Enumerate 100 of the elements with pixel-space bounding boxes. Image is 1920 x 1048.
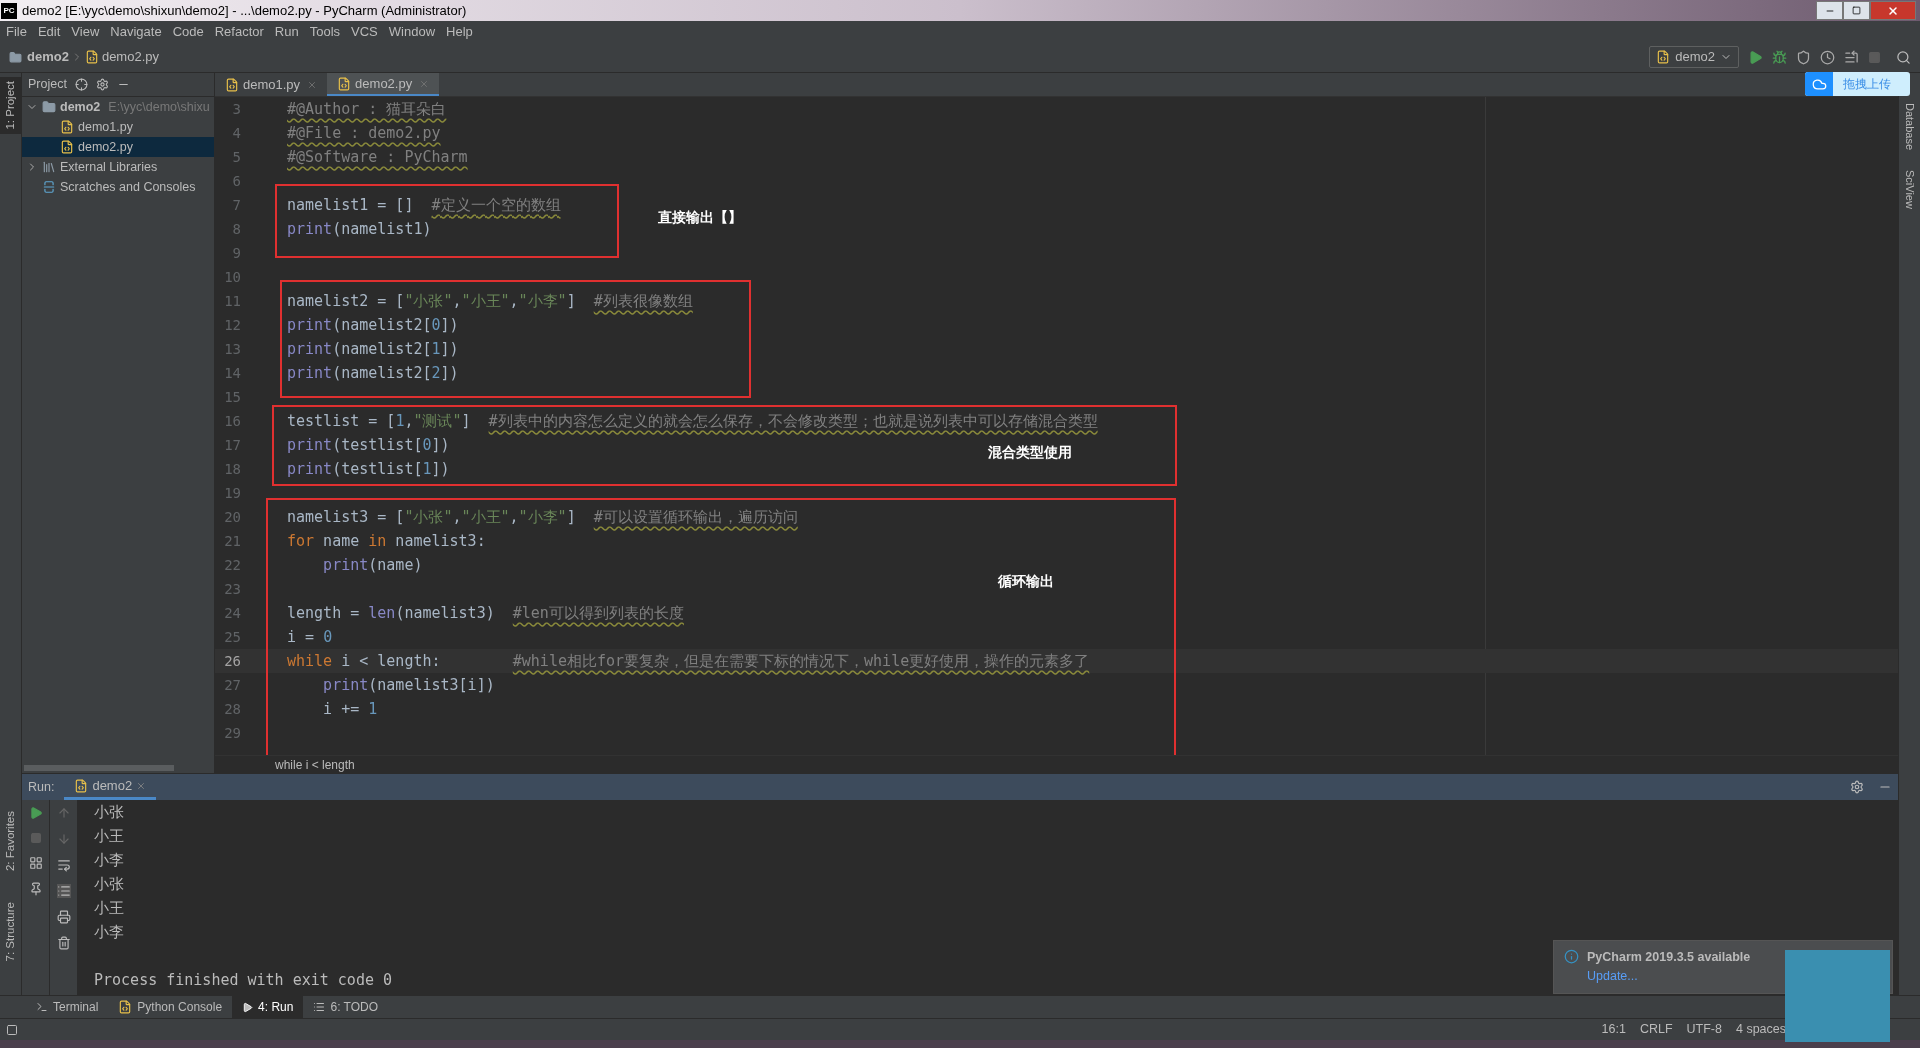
menu-item[interactable]: Code: [172, 21, 204, 42]
menu-item[interactable]: Navigate: [110, 21, 162, 42]
python-file-icon: [60, 140, 74, 154]
tool-window-tab[interactable]: SciView: [1901, 170, 1918, 210]
close-icon[interactable]: [307, 79, 318, 90]
settings-icon[interactable]: [95, 78, 109, 91]
line-number: 27: [223, 675, 241, 695]
status-item[interactable]: 4 spaces: [1735, 1020, 1786, 1039]
code-line: testlist = [1,"测试"] #列表中的内容怎么定义的就会怎么保存，不会修改类型；也就是说列表中可以存储混合类型: [287, 410, 1098, 432]
close-icon[interactable]: [136, 780, 147, 791]
tool-window-tab[interactable]: 4: Run: [232, 996, 304, 1018]
line-number: 7: [231, 195, 241, 215]
annotation-label: 直接输出【】: [658, 208, 742, 227]
project-view-dropdown[interactable]: Project: [28, 75, 67, 94]
line-number: 26: [223, 651, 241, 671]
annotation-label: 循环输出: [998, 572, 1054, 591]
tree-item[interactable]: demo2.py: [22, 137, 214, 157]
menu-item[interactable]: Tools: [309, 21, 341, 42]
wrap-icon[interactable]: [56, 858, 71, 872]
tool-window-tab[interactable]: Database: [1901, 103, 1918, 151]
settings-icon[interactable]: [1850, 780, 1864, 794]
code-line: #@Author : 猫耳朵白: [287, 98, 447, 120]
tool-window-tab[interactable]: 6: TODO: [303, 996, 389, 1018]
tool-window-tab[interactable]: 2: Favorites: [1, 811, 20, 872]
rerun-icon[interactable]: [28, 806, 43, 820]
code-line: namelist1 = [] #定义一个空的数组: [287, 194, 561, 216]
status-item[interactable]: 16:1: [1601, 1020, 1626, 1039]
locate-icon[interactable]: [74, 78, 88, 91]
status-item[interactable]: CRLF: [1639, 1020, 1673, 1039]
menu-item[interactable]: Window: [388, 21, 436, 42]
tree-item[interactable]: demo1.py: [22, 117, 214, 137]
breadcrumb-item[interactable]: while i < length: [275, 755, 355, 774]
pin-icon[interactable]: [28, 882, 43, 896]
tool-window-tab[interactable]: Python Console: [108, 996, 233, 1018]
menu-item[interactable]: View: [71, 21, 100, 42]
editor-tab[interactable]: demo1.py: [215, 73, 328, 96]
minimize-button[interactable]: [1816, 1, 1843, 20]
tree-item[interactable]: demo2 E:\yyc\demo\shixu: [22, 97, 214, 117]
code-line: i = 0: [287, 626, 333, 648]
menu-item[interactable]: Edit: [37, 21, 61, 42]
play-icon: [242, 1001, 254, 1013]
menu-item[interactable]: File: [6, 21, 27, 42]
tree-item[interactable]: Scratches and Consoles: [22, 177, 214, 197]
line-number: 18: [223, 459, 241, 479]
editor-tab[interactable]: demo2.py: [327, 73, 440, 96]
restore-button[interactable]: [1843, 1, 1870, 20]
tool-window-tab[interactable]: 7: Structure: [1, 901, 20, 961]
menu-item[interactable]: VCS: [351, 21, 378, 42]
scratch-icon: [42, 180, 56, 194]
code-line: print(namelist2[1]): [287, 338, 459, 360]
line-number: 4: [231, 123, 241, 143]
menu-item[interactable]: Help: [446, 21, 473, 42]
line-number: 21: [223, 531, 241, 551]
breadcrumb-item[interactable]: demo2: [27, 47, 69, 67]
terminal-icon: [36, 1001, 48, 1013]
menu-item[interactable]: Refactor: [214, 21, 264, 42]
line-number: 29: [223, 723, 241, 743]
down-arrow-icon[interactable]: [56, 832, 71, 846]
app-logo: PC: [1, 2, 17, 19]
code-line: namelist3 = ["小张","小王","小李"] #可以设置循环输出，遍历访问: [287, 506, 798, 528]
code-line: for name in namelist3:: [287, 530, 486, 552]
debug-icon[interactable]: [1772, 49, 1787, 65]
trash-icon[interactable]: [56, 936, 71, 950]
python-file-icon: [60, 120, 74, 134]
menu-item[interactable]: Run: [274, 21, 299, 42]
search-icon[interactable]: [1896, 49, 1911, 65]
folder-icon: [9, 50, 22, 64]
code-line: print(namelist2[0]): [287, 314, 459, 336]
line-number: 22: [223, 555, 241, 575]
run-config-dropdown[interactable]: demo2: [1649, 46, 1739, 68]
status-item[interactable]: UTF-8: [1686, 1020, 1722, 1039]
panel-toggle-icon[interactable]: [6, 1023, 18, 1036]
upload-button[interactable]: 拖拽上传: [1805, 72, 1910, 96]
line-number: 8: [231, 219, 241, 239]
line-number: 20: [223, 507, 241, 527]
python-file-icon: [84, 50, 99, 64]
python-file-icon: [118, 1000, 133, 1014]
close-button[interactable]: [1870, 1, 1916, 20]
annotation-label: 混合类型使用: [988, 443, 1072, 462]
console-output-line: 小李: [94, 850, 125, 871]
folder-path: E:\yyc\demo\shixu: [108, 98, 210, 116]
code-line: print(namelist3[i]): [322, 674, 495, 696]
run-icon[interactable]: [1748, 49, 1763, 65]
cloud-icon: [1811, 76, 1827, 92]
window-title: demo2 [E:\yyc\demo\shixun\demo2] - ...\demo2.py - PyCharm (Administrator): [22, 1, 467, 20]
breadcrumb-item[interactable]: demo2.py: [101, 47, 159, 67]
folder-icon: [42, 100, 56, 114]
tool-window-tab[interactable]: Terminal: [26, 996, 109, 1018]
print-icon[interactable]: [56, 910, 71, 924]
python-file-icon: [225, 77, 239, 92]
line-number: 16: [223, 411, 241, 431]
update-link[interactable]: Update...: [1587, 966, 1751, 986]
up-arrow-icon[interactable]: [56, 806, 71, 820]
line-number: 28: [223, 699, 241, 719]
scrollbar[interactable]: [24, 765, 174, 771]
tree-item[interactable]: External Libraries: [22, 157, 214, 177]
layout-icon[interactable]: [28, 856, 43, 870]
console-output-line: 小张: [94, 874, 125, 895]
code-line: print(namelist2[2]): [287, 362, 459, 384]
restore-icon: [1852, 6, 1861, 15]
